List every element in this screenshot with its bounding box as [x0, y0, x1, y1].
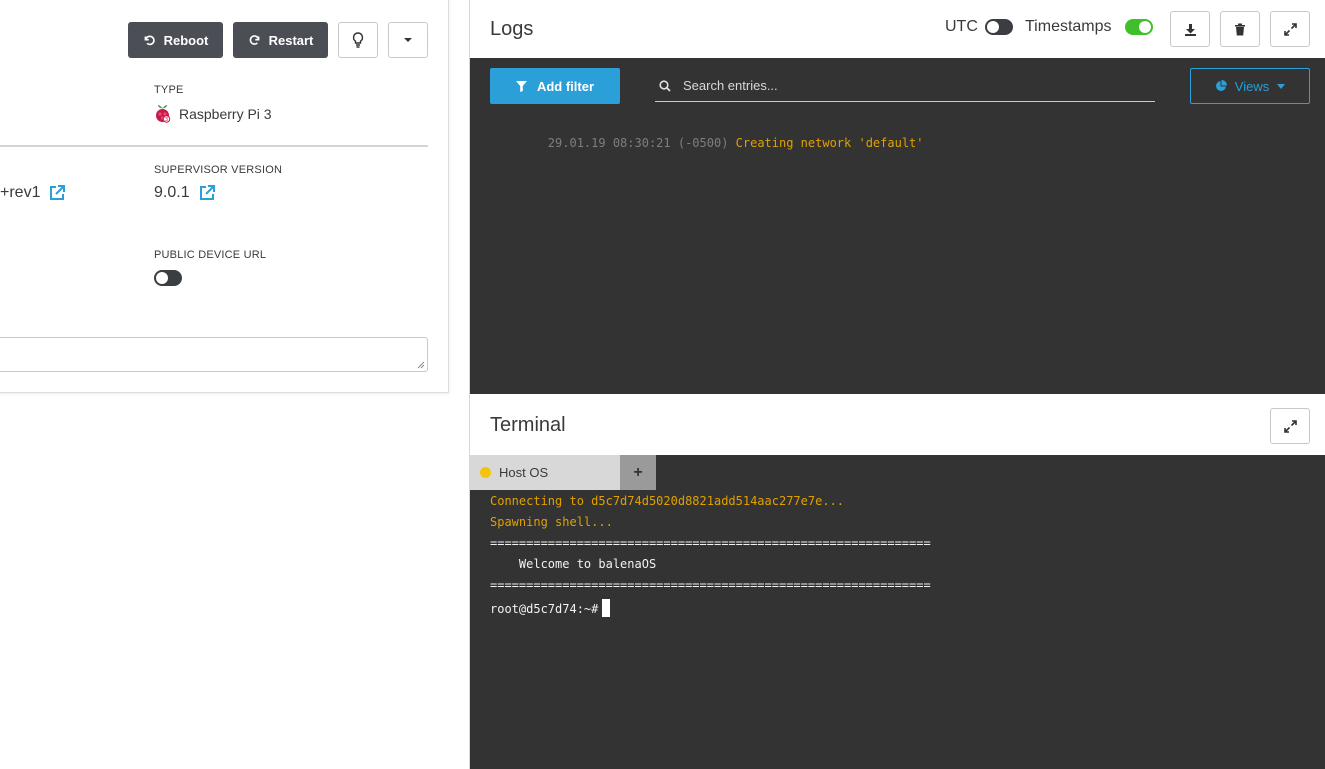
log-entry-time: 29.01.19 08:30:21 (-0500) [547, 136, 729, 150]
device-dashboard: Reboot Restart TYPE 3 Raspberry Pi 3 +re… [0, 0, 1325, 769]
type-label: TYPE [154, 84, 184, 96]
os-version-text: +rev1 [0, 184, 41, 201]
terminal-line: Welcome to balenaOS [490, 557, 657, 571]
add-terminal-tab-button[interactable]: + [620, 455, 656, 490]
expand-logs-button[interactable] [1270, 11, 1310, 47]
terminal-title: Terminal [490, 414, 566, 436]
restart-button[interactable]: Restart [233, 22, 328, 58]
terminal-prompt: root@d5c7d74:~# [490, 602, 599, 616]
tab-host-os-label: Host OS [499, 465, 549, 480]
status-dot [480, 467, 491, 478]
utc-label: UTC [945, 18, 978, 35]
device-note-textarea[interactable] [0, 337, 428, 372]
more-actions-button[interactable] [388, 22, 428, 58]
filter-icon [515, 80, 527, 92]
os-version-value: +rev1 [0, 184, 66, 202]
timestamps-label: Timestamps [1025, 18, 1112, 35]
lightbulb-icon [352, 32, 364, 48]
svg-text:3: 3 [165, 117, 168, 123]
terminal-line: Connecting to d5c7d74d5020d8821add514aac… [490, 494, 845, 508]
reboot-label: Reboot [163, 32, 209, 48]
raspberry-pi-icon: 3 [156, 105, 171, 123]
identify-button[interactable] [338, 22, 378, 58]
expand-icon [1283, 22, 1297, 36]
views-label: Views [1234, 78, 1270, 94]
logs-title: Logs [490, 18, 534, 40]
external-link-icon[interactable] [48, 184, 66, 202]
terminal-header: Terminal [470, 395, 1325, 455]
expand-icon [1283, 419, 1297, 433]
search-input[interactable] [683, 78, 1123, 93]
download-logs-button[interactable] [1170, 11, 1210, 47]
device-details-card: Reboot Restart TYPE 3 Raspberry Pi 3 +re… [0, 0, 449, 393]
supervisor-version-text: 9.0.1 [154, 184, 190, 201]
add-filter-button[interactable]: Add filter [490, 68, 620, 104]
trash-icon [1235, 23, 1245, 35]
tab-host-os[interactable]: Host OS [470, 455, 620, 490]
caret-down-icon [1277, 83, 1286, 89]
logs-header: Logs UTC Timestamps [470, 0, 1325, 58]
section-divider [0, 145, 428, 147]
public-device-url-label: PUBLIC DEVICE URL [154, 249, 267, 261]
type-value: 3 Raspberry Pi 3 [154, 104, 272, 123]
public-device-url-toggle[interactable] [154, 270, 182, 286]
terminal-prompt-line[interactable]: root@d5c7d74:~# [490, 599, 611, 617]
utc-toggle[interactable] [985, 19, 1013, 35]
type-value-text: Raspberry Pi 3 [179, 105, 272, 122]
reboot-button[interactable]: Reboot [128, 22, 223, 58]
clear-logs-button[interactable] [1220, 11, 1260, 47]
caret-down-icon [404, 38, 412, 42]
add-filter-label: Add filter [536, 78, 595, 94]
log-entry: 29.01.19 08:30:21 (-0500) Creating netwo… [490, 122, 924, 164]
download-icon [1184, 23, 1196, 36]
timestamps-toggle[interactable] [1125, 19, 1153, 35]
search-entries[interactable] [655, 70, 1155, 102]
log-entry-message: Creating network 'default' [735, 136, 924, 150]
refresh-icon [249, 34, 259, 45]
terminal-line: Spawning shell... [490, 515, 613, 529]
pie-chart-icon [1215, 80, 1227, 91]
external-link-icon[interactable] [198, 184, 216, 202]
terminal-cursor [602, 599, 611, 617]
right-column: Logs UTC Timestamps Add filter Search en… [469, 0, 1325, 769]
resize-grip-icon[interactable] [417, 361, 425, 369]
search-icon [659, 79, 671, 92]
expand-terminal-button[interactable] [1270, 408, 1310, 444]
terminal-line: ========================================… [490, 578, 931, 592]
terminal-console[interactable]: Host OS + Connecting to d5c7d74d5020d882… [470, 455, 1325, 769]
supervisor-version-value: 9.0.1 [154, 184, 216, 202]
restart-label: Restart [268, 32, 314, 48]
supervisor-version-label: SUPERVISOR VERSION [154, 164, 283, 176]
views-dropdown[interactable]: Views [1190, 68, 1310, 104]
rotate-ccw-icon [144, 35, 155, 45]
terminal-line: ========================================… [490, 536, 931, 550]
logs-console[interactable]: Add filter Views 29.01.19 08:30:21 (-050… [470, 58, 1325, 394]
